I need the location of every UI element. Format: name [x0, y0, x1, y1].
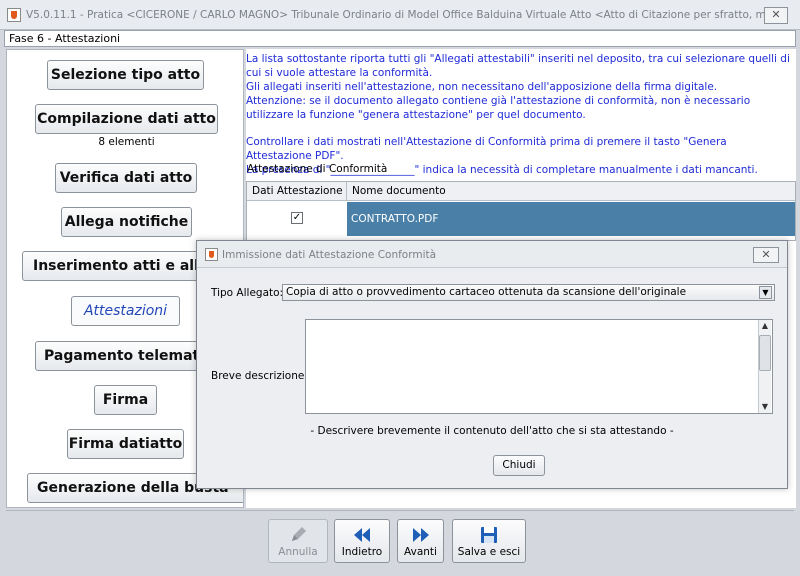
annulla-button[interactable]: Annulla	[268, 519, 328, 563]
step-attestazioni-button[interactable]: Attestazioni	[71, 296, 180, 326]
section-label: Attestazione di Conformità	[247, 163, 388, 175]
step-verifica-dati-atto-button[interactable]: Verifica dati atto	[55, 163, 197, 193]
tipo-allegato-label: Tipo Allegato:	[211, 287, 284, 299]
info-line-controllare: Controllare i dati mostrati nell'Attesta…	[246, 136, 727, 162]
step-firma-button[interactable]: Firma	[94, 385, 157, 415]
scroll-up-arrow-icon[interactable]: ▲	[759, 320, 771, 332]
info-line-firma: Gli allegati inseriti nell'attestazione,…	[246, 81, 718, 93]
attestazione-table: Dati Attestazione Nome documento ✓ CONTR…	[246, 181, 796, 241]
scroll-down-arrow-icon[interactable]: ▼	[759, 401, 771, 413]
tipo-allegato-select[interactable]: Copia di atto o provvedimento cartaceo o…	[282, 284, 775, 301]
info-line-allegati: La lista sottostante riporta tutti gli "…	[246, 53, 790, 79]
chiudi-button[interactable]: Chiudi	[493, 455, 545, 476]
column-header-dati-attestazione[interactable]: Dati Attestazione	[247, 182, 347, 201]
step-compilazione-count: 8 elementi	[98, 136, 155, 148]
salva-e-esci-button[interactable]: Salva e esci	[452, 519, 526, 563]
document-name-cell[interactable]: CONTRATTO.PDF	[347, 202, 795, 236]
window-title: V5.0.11.1 - Pratica <CICERONE / CARLO MA…	[26, 9, 766, 21]
column-header-nome-documento[interactable]: Nome documento	[347, 182, 795, 201]
dati-attestazione-cell: ✓	[247, 202, 347, 236]
java-app-icon	[205, 248, 218, 261]
table-header: Dati Attestazione Nome documento	[247, 182, 795, 201]
info-text-block: La lista sottostante riporta tutti gli "…	[246, 52, 791, 177]
tipo-allegato-value: Copia di atto o provvedimento cartaceo o…	[286, 286, 687, 298]
indietro-button[interactable]: Indietro	[334, 519, 390, 563]
pencil-icon	[269, 524, 327, 546]
window-close-button[interactable]: ✕	[764, 7, 788, 24]
step-firma-datiatto-button[interactable]: Firma datiatto	[67, 429, 184, 459]
avanti-label: Avanti	[404, 546, 437, 558]
java-app-icon	[7, 8, 21, 22]
bottom-toolbar: Annulla Indietro Avanti Salva e esci	[6, 510, 794, 572]
avanti-button[interactable]: Avanti	[397, 519, 444, 563]
phase-label: Fase 6 - Attestazioni	[4, 30, 796, 47]
indietro-label: Indietro	[341, 546, 383, 558]
salva-e-esci-label: Salva e esci	[457, 546, 521, 558]
dialog-close-button[interactable]: ✕	[753, 247, 779, 263]
dialog-titlebar: Immissione dati Attestazione Conformità …	[197, 241, 787, 268]
dialog-title: Immissione dati Attestazione Conformità	[222, 249, 437, 261]
dati-attestazione-checkbox[interactable]: ✓	[291, 212, 303, 224]
description-scrollbar[interactable]: ▲ ▼	[758, 320, 771, 413]
breve-descrizione-label: Breve descrizione:	[211, 370, 308, 382]
step-selezione-tipo-atto-button[interactable]: Selezione tipo atto	[47, 60, 204, 90]
info-line-attenzione: Attenzione: se il documento allegato con…	[246, 95, 751, 121]
breve-descrizione-textarea[interactable]	[305, 319, 773, 414]
rewind-arrow-icon	[335, 524, 389, 546]
attestazione-dialog: Immissione dati Attestazione Conformità …	[196, 240, 788, 489]
description-hint: - Descrivere brevemente il contenuto del…	[310, 425, 674, 437]
step-compilazione-dati-atto-button[interactable]: Compilazione dati atto	[35, 104, 218, 134]
chevron-down-icon[interactable]: ▼	[759, 286, 772, 299]
save-disk-icon	[453, 524, 525, 546]
annulla-label: Annulla	[278, 546, 318, 558]
window-titlebar: V5.0.11.1 - Pratica <CICERONE / CARLO MA…	[0, 0, 800, 30]
scrollbar-thumb[interactable]	[759, 335, 771, 371]
table-row[interactable]: ✓ CONTRATTO.PDF	[247, 202, 795, 236]
step-allega-notifiche-button[interactable]: Allega notifiche	[61, 207, 192, 237]
forward-arrow-icon	[398, 524, 443, 546]
